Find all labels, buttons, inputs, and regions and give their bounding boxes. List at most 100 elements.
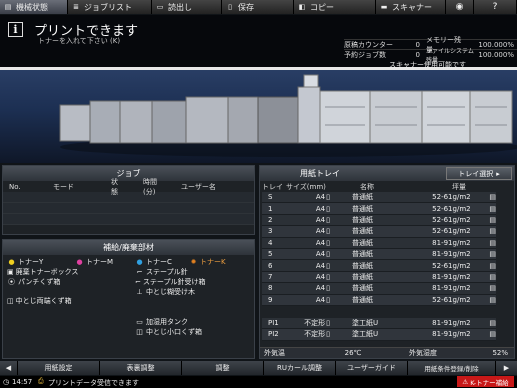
supply-item[interactable]: ◫ 中とじ両端くず箱 (7, 296, 72, 306)
toner-warning-badge[interactable]: ⚠ K-トナー補給 (457, 376, 514, 387)
tab-adjust[interactable]: 調整 (182, 361, 264, 375)
tab-paper-condition-register[interactable]: 用紙条件登録/削除 (408, 361, 496, 375)
tab-save[interactable]: ▯ 保存 (222, 0, 294, 14)
supply-item[interactable]: ◫ 中とじ小口くず箱 (135, 327, 205, 337)
tray-weight: 81-91g/m2 (432, 284, 471, 293)
job-list-icon: ≣ (73, 3, 79, 11)
tray-select-button[interactable]: トレイ選択 ▸ (446, 167, 512, 180)
tray-row[interactable]: PI2 不定形 ▯ 塗工紙U 81-91g/m2 ▤ (262, 329, 496, 341)
supplies-col3: ● トナーC ⌐ ステープル針 ⌐ ステープル針受け箱 ⊥ 中とじ糊受け木 ▭ 加湿用タン… (135, 257, 205, 337)
scroll-left-button[interactable]: ◀ (0, 361, 18, 375)
tray-list: S A4 ▯ 普通紙 52-61g/m2 ▤ 1 A4 ▯ 普通紙 52-61g/m2 ▤ 2 A4 ▯ 普通… (262, 192, 496, 306)
outside-humidity-label: 外気湿度 (409, 349, 437, 357)
tray-weight: 52-61g/m2 (432, 295, 471, 304)
supply-item[interactable]: ▣ 廃棄トナーボックス (7, 267, 78, 277)
job-row[interactable] (3, 203, 254, 214)
globe-button[interactable]: ◉ (446, 0, 474, 14)
supply-item[interactable]: ⌐ ステープル針受け箱 (135, 277, 205, 287)
supply-item[interactable]: ▭ 加湿用タンク (135, 317, 205, 327)
tray-number: 5 (268, 250, 273, 259)
help-icon: ? (492, 2, 498, 12)
tray-row[interactable]: 8 A4 ▯ 普通紙 81-91g/m2 ▤ (262, 283, 496, 295)
tray-paper-name: 塗工紙U (351, 330, 379, 339)
tray-weight: 52-61g/m2 (432, 227, 471, 236)
tab-paper-setting[interactable]: 用紙設定 (18, 361, 100, 375)
tab-label: スキャナー (392, 2, 432, 12)
paper-level-icon: ▤ (489, 295, 496, 304)
tray-paper-name: 普通紙 (351, 204, 373, 213)
trim-waste-icon: ◫ (7, 297, 14, 305)
help-button[interactable]: ? (474, 0, 517, 14)
tray-size: A4 (315, 261, 326, 270)
tab-copy[interactable]: ◧ コピー (294, 0, 376, 14)
job-panel: ジョブ No. モード 状態 時間(分) ユーザー名 (2, 165, 255, 235)
tray-paper-name: 塗工紙U (351, 319, 379, 328)
tray-number: 1 (268, 204, 273, 213)
tray-size: A4 (315, 250, 326, 259)
tray-row[interactable]: S A4 ▯ 普通紙 52-61g/m2 ▤ (262, 192, 496, 204)
tray-number: 4 (268, 238, 273, 247)
col-time: 時間(分) (143, 177, 157, 196)
col-mode: モード (53, 182, 74, 191)
col-name: 名称 (360, 182, 374, 191)
supply-item[interactable]: ● トナーM (75, 257, 135, 267)
toner-warning-label: K-トナー補給 (470, 378, 509, 387)
tray-row[interactable]: PI1 不定形 ▯ 塗工紙U 81-91g/m2 ▤ (262, 317, 496, 330)
glue-tray-icon: ⊥ (136, 288, 143, 296)
col-state: 状態 (111, 177, 118, 196)
tab-user-guide[interactable]: ユーザーガイド (336, 361, 408, 375)
tray-paper-name: 普通紙 (351, 238, 373, 247)
tab-machine-status[interactable]: ▤ 機械状態 (0, 0, 68, 14)
supply-item[interactable]: ⊥ 中とじ糊受け木 (135, 287, 205, 297)
tab-scanner[interactable]: ▬ スキャナー (376, 0, 446, 14)
job-row[interactable] (3, 214, 254, 225)
info-icon: i (8, 22, 23, 37)
supplies-panel-title: 補給/廃棄部材 (3, 240, 254, 255)
tab-label: コピー (310, 2, 334, 12)
tray-paper-name: 普通紙 (351, 295, 373, 304)
toner-m-icon: ● (76, 258, 83, 266)
tray-row[interactable]: 5 A4 ▯ 普通紙 81-91g/m2 ▤ (262, 248, 496, 261)
tab-job-list[interactable]: ≣ ジョブリスト (68, 0, 152, 14)
tray-size: A4 (315, 204, 326, 213)
toner-y-icon: ● (8, 258, 15, 266)
warning-icon: ⚠ (462, 377, 469, 386)
supply-label: トナーY (18, 258, 44, 266)
tab-front-back-adjust[interactable]: 表裏調整 (100, 361, 182, 375)
supply-item[interactable]: ⦿ パンチくず箱 (7, 277, 71, 287)
supply-label: 加湿用タンク (146, 318, 188, 326)
globe-icon: ◉ (455, 2, 464, 12)
supply-item[interactable]: ⌐ ステープル針 (135, 267, 205, 277)
scanner-status: スキャナー使用可能です (389, 61, 466, 69)
toner-c-icon: ● (136, 258, 143, 266)
tab-retrieve[interactable]: ▭ 読出し (152, 0, 222, 14)
tray-row[interactable]: 3 A4 ▯ 普通紙 52-61g/m2 ▤ (262, 226, 496, 238)
tray-row[interactable]: 7 A4 ▯ 普通紙 81-91g/m2 ▤ (262, 271, 496, 284)
staple-waste-icon: ⌐ (135, 278, 141, 286)
tray-row[interactable]: 1 A4 ▯ 普通紙 52-61g/m2 ▤ (262, 203, 496, 215)
supply-item[interactable]: ● トナーY (7, 257, 71, 267)
tab-ru-curl-adjust[interactable]: RUカール調整 (264, 361, 336, 375)
toner-k-warning-icon: ✹ (190, 258, 197, 266)
tray-row[interactable]: 2 A4 ▯ 普通紙 52-61g/m2 ▤ (262, 214, 496, 227)
tray-size: 不定形 (304, 319, 326, 328)
tray-row[interactable]: 9 A4 ▯ 普通紙 52-61g/m2 ▤ (262, 294, 496, 306)
tray-size: A4 (315, 238, 326, 247)
footer-bar: ◷ 14:57 ⎙ プリントデータ受信できます ⚠ K-トナー補給 (0, 376, 517, 388)
supply-label: パンチくず箱 (18, 278, 61, 286)
machine-image: スキャナー使用可能です (0, 61, 517, 163)
scanner-icon: ▬ (380, 3, 388, 11)
original-counter-value: 0 (415, 40, 420, 49)
tray-number: 3 (268, 227, 273, 236)
tab-label: ジョブリスト (84, 2, 132, 12)
tray-number: S (268, 193, 273, 202)
tray-panel-title-text: 用紙トレイ (300, 169, 340, 178)
tray-row[interactable]: 6 A4 ▯ 普通紙 52-61g/m2 ▤ (262, 260, 496, 272)
tray-weight: 81-91g/m2 (432, 250, 471, 259)
tray-row[interactable]: 4 A4 ▯ 普通紙 81-91g/m2 ▤ (262, 237, 496, 249)
supply-item[interactable]: ✹ トナーK (189, 257, 251, 267)
tray-size: A4 (315, 284, 326, 293)
job-column-headers: No. モード 状態 時間(分) ユーザー名 (3, 178, 254, 196)
scroll-right-button[interactable]: ▶ (496, 361, 517, 375)
tray-paper-name: 普通紙 (351, 272, 373, 281)
